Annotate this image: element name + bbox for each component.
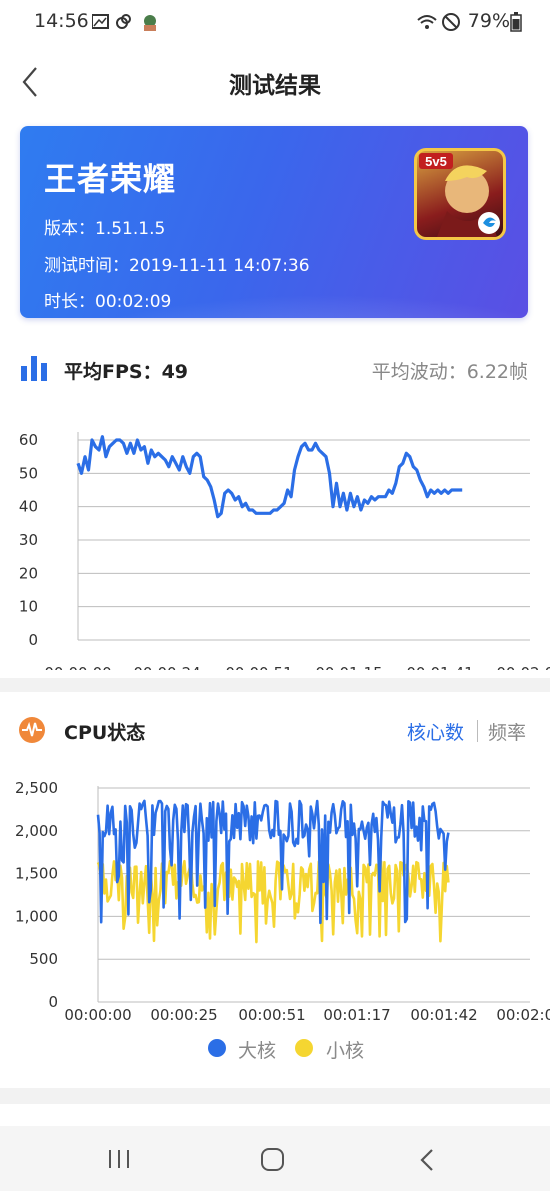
recent-apps-icon[interactable] [106,1148,132,1170]
game-icon: 5v5 [414,148,506,240]
cpu-y-tick: 1,500 [15,865,58,883]
fps-y-tick: 10 [19,598,38,616]
wifi-icon [417,15,437,21]
page-title: 测试结果 [229,73,321,99]
tab-frequency[interactable]: 频率 [488,718,526,745]
cpu-x-tick: 00:01:17 [323,1006,390,1024]
legend-small-core: 小核 [326,1040,365,1062]
app-header: 测试结果 [0,44,550,122]
game-version: 版本：1.51.1.5 [44,219,166,239]
game-name: 王者荣耀 [44,160,177,198]
cpu-y-tick: 500 [29,950,58,968]
cpu-x-tick: 00:01:42 [410,1006,477,1024]
fps-y-tick: 40 [19,498,38,516]
battery-percent: 79% [467,10,510,32]
fps-x-tick: 00:01:15 [315,664,382,670]
fps-title: 平均FPS：49 [64,361,189,383]
cpu-y-tick: 1,000 [15,907,58,925]
home-icon[interactable] [260,1147,286,1173]
cpu-chart: 0 500 1,000 1,500 2,000 2,500 00:00:00 00:00:25… [15,779,550,1024]
test-time: 测试时间：2019-11-11 14:07:36 [44,256,310,276]
battery-icon [510,12,522,32]
cpu-x-tick: 00:00:51 [238,1006,305,1024]
cpu-y-tick: 0 [48,993,58,1011]
fps-y-tick: 0 [28,631,38,649]
fps-x-tick: 00:02:00 [496,664,550,670]
status-signal-icons [417,13,460,31]
back-icon[interactable] [418,1148,438,1172]
pulse-icon [19,717,45,743]
fps-x-tick: 00:01:41 [406,664,473,670]
tab-cores[interactable]: 核心数 [407,718,464,745]
cpu-y-tick: 2,000 [15,822,58,840]
status-bar: 14:56 79% [0,0,550,44]
legend-small-core-dot [295,1039,313,1057]
system-nav-bar [0,1126,550,1191]
fps-x-tick: 00:00:00 [44,664,111,670]
cpu-x-tick: 00:02:00 [496,1006,550,1024]
legend-big-core-dot [208,1039,226,1057]
cpu-title: CPU状态 [64,722,146,744]
cpu-x-tick: 00:00:00 [64,1006,131,1024]
fps-y-tick: 50 [19,464,38,482]
fps-y-tick: 30 [19,531,38,549]
cpu-y-tick: 2,500 [15,779,58,797]
tab-divider [477,720,478,742]
fps-y-tick: 60 [19,431,38,449]
legend-big-core: 大核 [238,1040,277,1062]
fps-y-tick: 20 [19,564,38,582]
fps-series-line [76,435,463,519]
fps-x-tick: 00:00:24 [133,664,200,670]
status-icons [92,14,156,31]
bar-chart-icon [21,356,47,381]
fps-fluctuation: 平均波动：6.22帧 [371,361,528,383]
fps-chart: 0 10 20 30 40 50 60 00:00:00 00:00:24 00:00:51 00:… [19,431,550,670]
game-info-banner: 王者荣耀 版本：1.51.1.5 测试时间：2019-11-11 14:07:3… [20,126,528,318]
fps-x-tick: 00:00:51 [225,664,292,670]
next-card [0,1104,550,1126]
test-duration: 时长：00:02:09 [44,292,172,312]
cpu-x-tick: 00:00:25 [150,1006,217,1024]
icon-badge-text: 5v5 [425,154,447,169]
status-time: 14:56 [34,10,89,32]
